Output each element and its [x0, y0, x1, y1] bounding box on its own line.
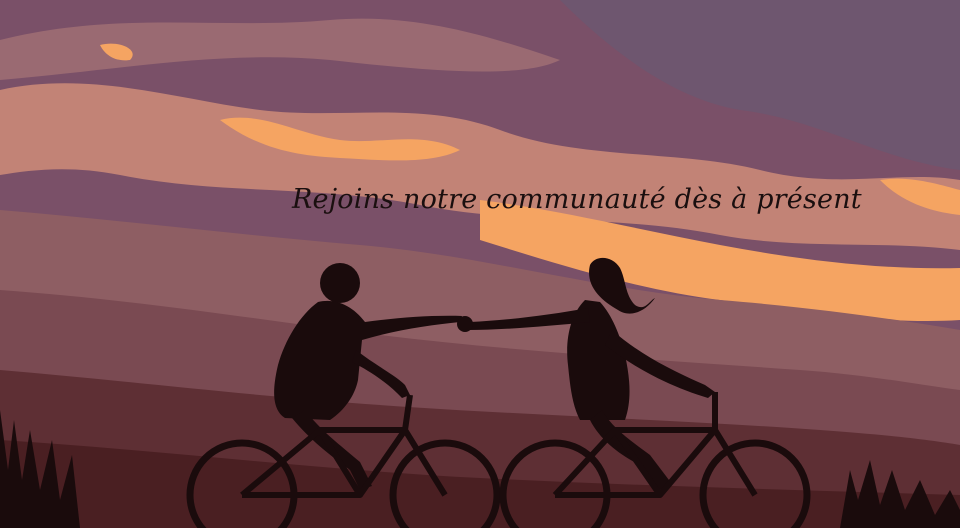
banner-headline: Rejoins notre communauté dès à présent: [292, 184, 862, 215]
hero-banner: Rejoins notre communauté dès à présent: [0, 0, 960, 528]
sunset-illustration: [0, 0, 960, 528]
head-left: [320, 263, 360, 303]
clasped-hands: [457, 316, 473, 332]
